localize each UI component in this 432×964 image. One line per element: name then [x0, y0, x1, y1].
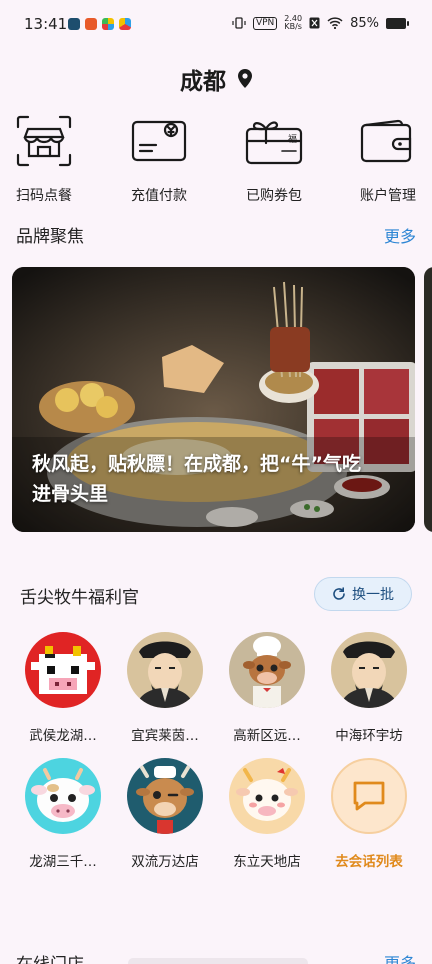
- wallet-icon: [360, 119, 412, 163]
- refresh-icon: [333, 587, 345, 600]
- refresh-label: 换一批: [352, 587, 394, 603]
- app-notification-icon: [119, 18, 131, 30]
- store-name: 高新区远…: [233, 728, 301, 744]
- store-name: 双流万达店: [131, 854, 199, 870]
- card-payment-icon: [131, 120, 187, 162]
- chat-list-label: 去会话列表: [335, 854, 403, 870]
- city-name: 成都: [180, 69, 226, 95]
- account-management-button[interactable]: 账户管理: [348, 115, 428, 205]
- quick-action-label: 充值付款: [131, 188, 187, 204]
- winking-cow-avatar: [127, 758, 203, 834]
- no-sim-icon: [309, 17, 320, 29]
- refresh-batch-button[interactable]: 换一批: [314, 577, 412, 611]
- cute-cow-avatar: [25, 758, 101, 834]
- banner-caption: 秋风起，贴秋膘！在成都，把“牛”气吃进骨头里: [32, 453, 361, 505]
- scholar-avatar: [331, 632, 407, 708]
- svg-text:福: 福: [288, 133, 297, 145]
- quick-action-label: 账户管理: [360, 188, 416, 204]
- store-item[interactable]: 中海环宇坊: [324, 632, 414, 744]
- scan-order-button[interactable]: 扫码点餐: [4, 115, 84, 205]
- pixel-cow-avatar: [25, 632, 101, 708]
- online-stores-tab-bar: [128, 958, 308, 964]
- section-title: 品牌聚焦: [16, 227, 84, 247]
- online-stores-header: 在线门店 更多: [16, 950, 416, 964]
- store-item[interactable]: 双流万达店: [120, 758, 210, 870]
- chef-cow-avatar: [229, 632, 305, 708]
- battery-percent: 85%: [350, 15, 379, 31]
- next-banner-peek[interactable]: [424, 267, 432, 532]
- status-bar: 13:41 VPN 2.40 KB/s 85%: [0, 0, 432, 50]
- wifi-icon: [327, 17, 343, 29]
- store-name: 中海环宇坊: [335, 728, 403, 744]
- storefront-scan-icon: [16, 115, 72, 167]
- location-pin-icon: [238, 69, 252, 88]
- notification-icons: [68, 18, 131, 30]
- app-notification-icon: [85, 18, 97, 30]
- brand-more-link[interactable]: 更多: [384, 223, 416, 247]
- store-name: 武侯龙湖…: [29, 728, 97, 744]
- vibrate-icon: [232, 17, 246, 29]
- battery-icon: [386, 17, 409, 29]
- online-more-link[interactable]: 更多: [384, 950, 416, 964]
- store-name: 东立天地店: [233, 854, 301, 870]
- quick-actions: 扫码点餐 充值付款 福 已购券包 账户管理: [0, 115, 432, 205]
- brand-focus-header: 品牌聚焦 更多: [16, 222, 416, 248]
- vpn-indicator: VPN: [252, 16, 278, 30]
- section-title: 在线门店: [16, 950, 84, 964]
- brand-banner[interactable]: 秋风起，贴秋膘！在成都，把“牛”气吃进骨头里: [12, 267, 415, 532]
- blushing-cow-avatar: [229, 758, 305, 834]
- store-name: 龙湖三千…: [29, 854, 97, 870]
- city-selector[interactable]: 成都: [0, 62, 432, 96]
- store-item[interactable]: 东立天地店: [222, 758, 312, 870]
- scholar-avatar: [127, 632, 203, 708]
- store-item[interactable]: 高新区远…: [222, 632, 312, 744]
- coupon-pack-button[interactable]: 福 已购券包: [234, 115, 314, 205]
- chat-list-button[interactable]: 去会话列表: [324, 758, 414, 870]
- quick-action-label: 扫码点餐: [16, 188, 72, 204]
- store-item[interactable]: 宜宾莱茵…: [120, 632, 210, 744]
- store-item[interactable]: 武侯龙湖…: [18, 632, 108, 744]
- gift-coupon-icon: 福: [245, 121, 303, 165]
- app-notification-icon: [68, 18, 80, 30]
- recharge-pay-button[interactable]: 充值付款: [119, 115, 199, 205]
- store-item[interactable]: 龙湖三千…: [18, 758, 108, 870]
- chat-icon: [331, 758, 407, 834]
- store-name: 宜宾莱茵…: [131, 728, 199, 744]
- status-time: 13:41: [24, 15, 68, 33]
- welfare-section-title: 舌尖牧牛福利官: [20, 588, 139, 608]
- app-notification-icon: [102, 18, 114, 30]
- quick-action-label: 已购券包: [246, 188, 302, 204]
- network-speed: 2.40 KB/s: [284, 14, 303, 31]
